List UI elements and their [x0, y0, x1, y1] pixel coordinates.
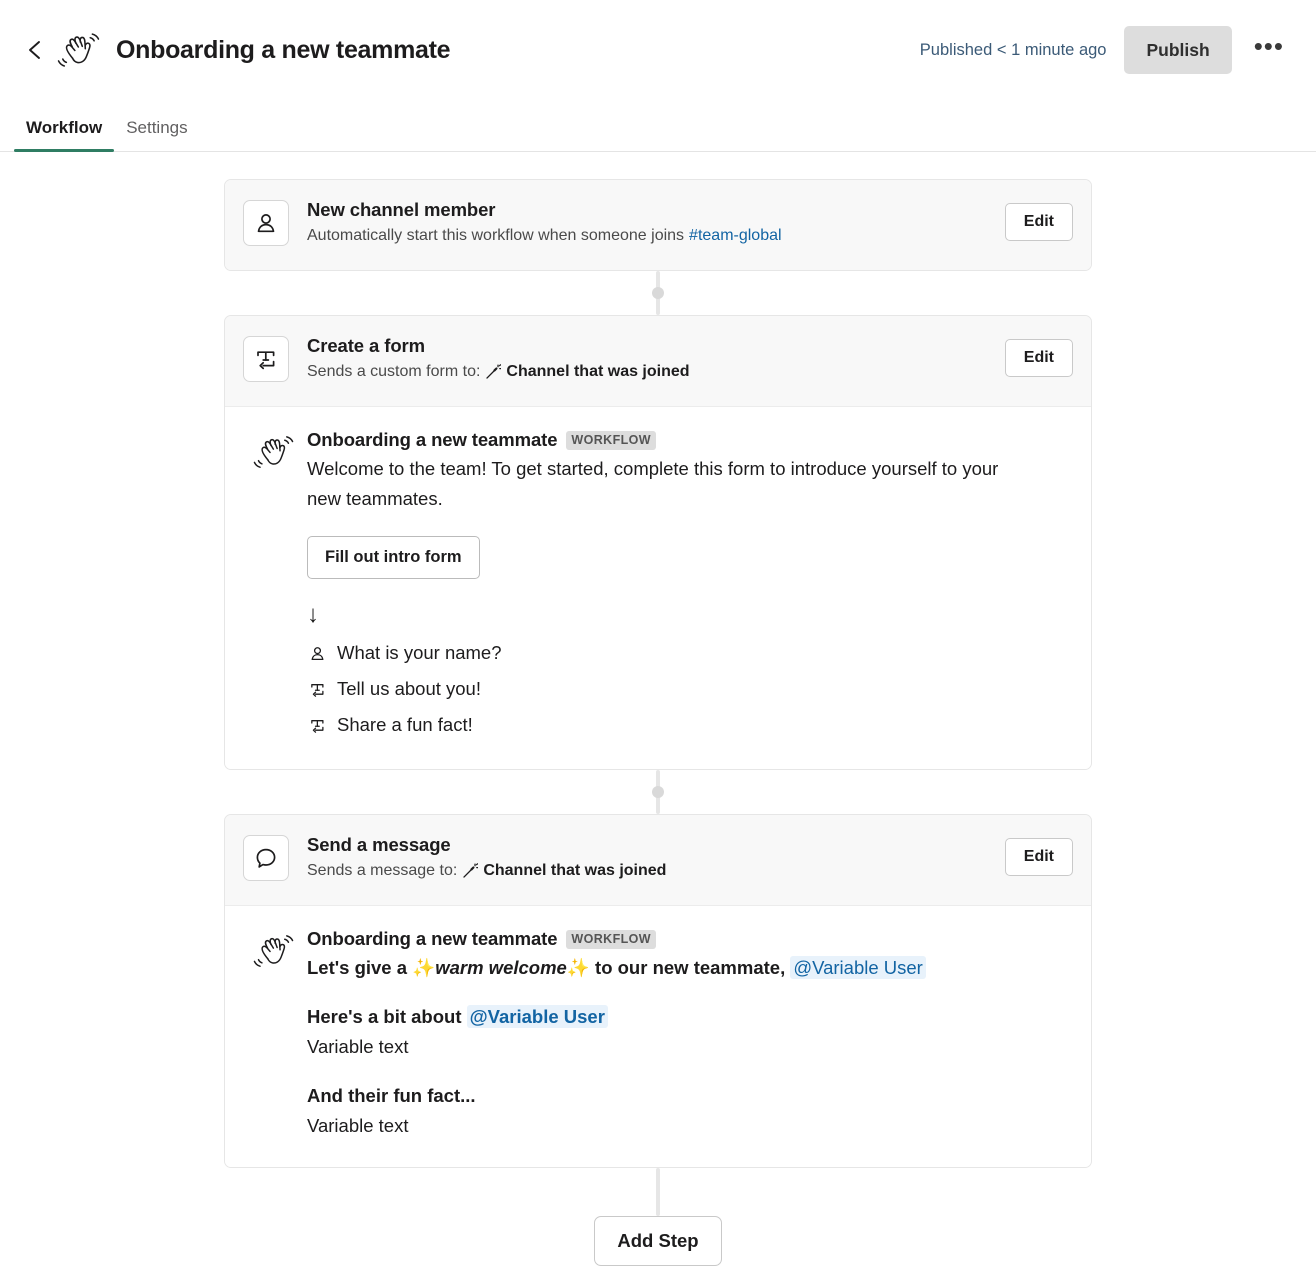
channel-link[interactable]: #team-global — [689, 227, 782, 245]
message-block-title: And their fun fact... — [307, 1085, 476, 1106]
message-author: Onboarding a new teammate — [307, 928, 558, 949]
sparkles-emoji: ✨ — [412, 957, 436, 978]
tab-settings[interactable]: Settings — [114, 118, 199, 151]
connector-tail — [656, 1168, 660, 1216]
chevron-left-icon — [29, 41, 40, 59]
form-field-row: Tell us about you! — [307, 671, 1067, 707]
message-block-value: Variable text — [307, 1115, 409, 1136]
message-block-about: Here's a bit about @Variable User Variab… — [307, 1002, 1067, 1062]
step-subtitle-text: Sends a message to: — [307, 862, 458, 879]
connector-dot — [652, 786, 664, 798]
step-subtitle-text: Sends a custom form to: — [307, 363, 481, 380]
workflow-step-message: Send a message Sends a message to: Chann… — [224, 814, 1092, 1168]
message-block-funfact: And their fun fact... Variable text — [307, 1081, 1067, 1141]
workflow-step-form: Create a form Sends a custom form to: Ch… — [224, 315, 1092, 770]
form-field-row: Share a fun fact! — [307, 707, 1067, 743]
edit-button[interactable]: Edit — [1004, 203, 1073, 241]
variable-user-mention[interactable]: @Variable User — [466, 1005, 608, 1028]
edit-button[interactable]: Edit — [1004, 339, 1073, 377]
published-status: Published < 1 minute ago — [919, 40, 1107, 59]
step-subtitle: Sends a custom form to: Channel that was… — [307, 363, 1005, 381]
message-author: Onboarding a new teammate — [307, 429, 558, 450]
sparkles-emoji: ✨ — [566, 957, 590, 978]
form-field-row: What is your name? — [307, 635, 1067, 671]
step-header[interactable]: New channel member Automatically start t… — [225, 180, 1091, 270]
workflow-step-trigger: New channel member Automatically start t… — [224, 179, 1092, 271]
waving-hand-emoji — [56, 27, 102, 73]
step-title: Send a message — [307, 834, 451, 855]
message-text: Welcome to the team! To get started, com… — [307, 458, 999, 509]
person-icon — [307, 645, 327, 662]
edit-button[interactable]: Edit — [1004, 838, 1073, 876]
magic-wand-icon — [461, 862, 479, 880]
step-title: New channel member — [307, 199, 496, 220]
person-icon — [243, 200, 289, 246]
text-field-icon — [307, 681, 327, 698]
add-step-button[interactable]: Add Step — [594, 1216, 722, 1266]
step-header[interactable]: Create a form Sends a custom form to: Ch… — [225, 316, 1091, 406]
step-subtitle: Sends a message to: Channel that was joi… — [307, 862, 1005, 880]
step-connector — [224, 770, 1092, 814]
message-block-title: Here's a bit about @Variable User — [307, 1002, 1067, 1032]
message-line-part2: to our new teammate, — [589, 957, 791, 978]
connector-dot — [652, 287, 664, 299]
app-header: Onboarding a new teammate Published < 1 … — [0, 0, 1316, 100]
step-variable: Channel that was joined — [483, 862, 667, 879]
tab-workflow[interactable]: Workflow — [14, 118, 115, 152]
form-text-icon — [243, 336, 289, 382]
message-line-part1: Let's give a — [307, 957, 413, 978]
message-line-italic: warm welcome — [435, 957, 567, 978]
waving-hand-emoji — [249, 429, 299, 743]
back-button[interactable] — [18, 33, 52, 67]
workflow-badge: WORKFLOW — [566, 430, 656, 450]
step-connector — [224, 271, 1092, 315]
message-preview: Onboarding a new teammate WORKFLOW Let's… — [225, 905, 1091, 1167]
text-field-icon — [307, 717, 327, 734]
variable-user-mention[interactable]: @Variable User — [790, 956, 926, 979]
step-variable: Channel that was joined — [506, 363, 690, 380]
step-header[interactable]: Send a message Sends a message to: Chann… — [225, 815, 1091, 905]
form-preview: Onboarding a new teammate WORKFLOW Welco… — [225, 406, 1091, 769]
workflow-badge: WORKFLOW — [566, 929, 656, 949]
page-title: Onboarding a new teammate — [116, 35, 451, 64]
form-field-label: Tell us about you! — [337, 678, 481, 699]
step-subtitle: Automatically start this workflow when s… — [307, 227, 1005, 245]
step-title: Create a form — [307, 335, 425, 356]
workflow-canvas: New channel member Automatically start t… — [0, 152, 1316, 1266]
form-field-label: Share a fun fact! — [337, 714, 473, 735]
step-subtitle-text: Automatically start this workflow when s… — [307, 227, 685, 244]
fill-out-intro-form-button[interactable]: Fill out intro form — [307, 536, 480, 579]
publish-button[interactable]: Publish — [1124, 26, 1232, 74]
tab-bar: Workflow Settings — [0, 100, 1316, 152]
header-actions: Published < 1 minute ago Publish ••• — [920, 26, 1288, 74]
more-options-button[interactable]: ••• — [1250, 33, 1288, 67]
message-author-line: Onboarding a new teammate WORKFLOW — [307, 928, 1067, 950]
speech-bubble-icon — [243, 835, 289, 881]
message-block-value: Variable text — [307, 1036, 409, 1057]
down-arrow-icon: ↓ — [307, 601, 319, 628]
message-main-line: Let's give a ✨warm welcome✨ to our new t… — [307, 953, 1037, 983]
waving-hand-emoji — [249, 928, 299, 1141]
message-block-title-text: Here's a bit about — [307, 1006, 467, 1027]
message-author-line: Onboarding a new teammate WORKFLOW — [307, 429, 1067, 451]
form-field-label: What is your name? — [337, 642, 502, 663]
magic-wand-icon — [484, 363, 502, 381]
